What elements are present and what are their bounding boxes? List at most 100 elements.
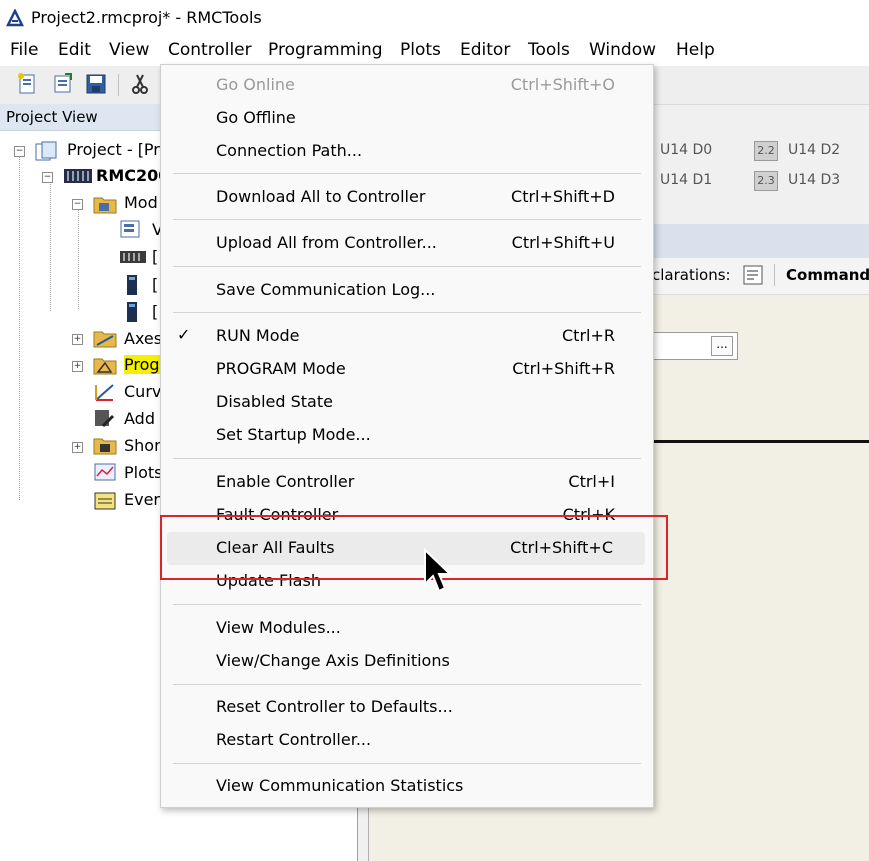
window-title: Project2.rmcproj* - RMCTools: [31, 8, 262, 27]
menu-controller[interactable]: Controller: [168, 40, 252, 60]
menu-file[interactable]: File: [10, 40, 38, 60]
tree-item-events[interactable]: Ever: [124, 490, 160, 509]
tree-item-module-card[interactable]: [: [152, 275, 158, 294]
declarations-icon[interactable]: [742, 264, 764, 286]
register-label: U14 D1: [660, 172, 713, 188]
module-card-icon: [127, 275, 137, 295]
add-icon: [95, 410, 115, 428]
menu-separator: [173, 266, 641, 267]
menu-item-label: Go Offline: [216, 108, 296, 127]
menu-separator: [173, 604, 641, 605]
tree-item-curves[interactable]: Curv: [124, 382, 161, 401]
menu-item-set-startup-mode[interactable]: Set Startup Mode...: [161, 419, 653, 452]
menu-item-disabled-state[interactable]: Disabled State: [161, 386, 653, 419]
menu-item-view-modules[interactable]: View Modules...: [161, 612, 653, 645]
menu-separator: [173, 173, 641, 174]
events-icon: [94, 492, 116, 510]
menu-separator: [173, 458, 641, 459]
tree-item-modules[interactable]: Mod: [124, 193, 158, 212]
tree-expander-icon[interactable]: +: [72, 361, 83, 372]
menu-item-run-mode[interactable]: ✓ RUN Mode Ctrl+R: [161, 320, 653, 353]
shortcut-label: Ctrl+K: [562, 505, 615, 524]
menu-item-label: View/Change Axis Definitions: [216, 651, 450, 670]
register-label: U14 D2: [788, 142, 841, 158]
menu-item-clear-all-faults[interactable]: Clear All Faults Ctrl+Shift+C: [167, 532, 645, 565]
menu-tools[interactable]: Tools: [528, 40, 570, 60]
tree-expander-icon[interactable]: +: [72, 442, 83, 453]
shortcut-label: Ctrl+Shift+C: [510, 538, 613, 557]
tree-expander-icon[interactable]: −: [14, 146, 25, 157]
programs-icon: [93, 358, 117, 375]
tree-guide: [50, 181, 51, 311]
editor-rule: [652, 440, 869, 443]
browse-button[interactable]: ...: [711, 336, 733, 356]
divider: [774, 264, 775, 286]
menu-item-label: View Communication Statistics: [216, 776, 464, 795]
menu-item-update-flash[interactable]: Update Flash: [161, 565, 653, 598]
shortcut-label: Ctrl+Shift+D: [511, 187, 615, 206]
menu-separator: [173, 684, 641, 685]
tree-guide: [19, 155, 20, 500]
menu-item-restart-controller[interactable]: Restart Controller...: [161, 724, 653, 757]
tree-item-module-card[interactable]: [: [152, 302, 158, 321]
project-view-title: Project View: [6, 108, 98, 126]
declarations-label: clarations:: [652, 266, 731, 284]
title-bar: Project2.rmcproj* - RMCTools: [0, 0, 869, 36]
cut-icon[interactable]: [128, 72, 152, 96]
tree-item-shortcuts[interactable]: Shor: [124, 436, 161, 455]
menu-item-go-offline[interactable]: Go Offline: [161, 102, 653, 135]
menu-editor[interactable]: Editor: [460, 40, 510, 60]
register-value: 2.2: [754, 141, 778, 161]
menu-item-go-online[interactable]: Go Online Ctrl+Shift+O: [161, 69, 653, 102]
register-label: U14 D3: [788, 172, 841, 188]
menu-item-label: Update Flash: [216, 571, 321, 590]
menu-item-label: Enable Controller: [216, 472, 355, 491]
tree-item-plots[interactable]: Plots: [124, 463, 163, 482]
menu-window[interactable]: Window: [589, 40, 656, 60]
menu-item-upload-all[interactable]: Upload All from Controller... Ctrl+Shift…: [161, 227, 653, 260]
open-project-icon[interactable]: [51, 72, 75, 96]
shortcut-label: Ctrl+Shift+R: [512, 359, 615, 378]
menu-edit[interactable]: Edit: [58, 40, 91, 60]
axes-icon: [93, 331, 117, 348]
register-label: U14 D0: [660, 142, 713, 158]
menu-item-label: Set Startup Mode...: [216, 425, 371, 444]
tree-item-add[interactable]: Add: [124, 409, 155, 428]
menu-item-comm-statistics[interactable]: View Communication Statistics: [161, 770, 653, 803]
menu-separator: [173, 763, 641, 764]
menu-item-program-mode[interactable]: PROGRAM Mode Ctrl+Shift+R: [161, 353, 653, 386]
new-project-icon[interactable]: [16, 72, 40, 96]
menu-bar: File Edit View Controller Programming Pl…: [0, 36, 869, 66]
menu-item-label: Disabled State: [216, 392, 333, 411]
tree-item-controller[interactable]: RMC200: [96, 166, 169, 185]
menu-item-axis-definitions[interactable]: View/Change Axis Definitions: [161, 645, 653, 678]
editor-input[interactable]: ...: [652, 332, 738, 360]
menu-help[interactable]: Help: [676, 40, 715, 60]
tree-expander-icon[interactable]: −: [72, 199, 83, 210]
menu-programming[interactable]: Programming: [268, 40, 383, 60]
menu-item-reset-defaults[interactable]: Reset Controller to Defaults...: [161, 691, 653, 724]
menu-item-save-comm-log[interactable]: Save Communication Log...: [161, 274, 653, 307]
shortcut-label: Ctrl+Shift+O: [510, 75, 615, 94]
tree-item-programs[interactable]: Prog: [124, 355, 160, 374]
menu-item-connection-path[interactable]: Connection Path...: [161, 135, 653, 168]
tree-item-project[interactable]: Project - [Pr: [67, 140, 160, 159]
tree-item-axes[interactable]: Axes: [124, 329, 162, 348]
menu-item-label: PROGRAM Mode: [216, 359, 346, 378]
register-value: 2.3: [754, 171, 778, 191]
editor-tab-band: [652, 224, 869, 258]
plots-icon: [94, 463, 116, 481]
menu-item-download-all[interactable]: Download All to Controller Ctrl+Shift+D: [161, 181, 653, 214]
menu-item-fault-controller[interactable]: Fault Controller Ctrl+K: [161, 499, 653, 532]
tree-item-rack[interactable]: [: [152, 247, 158, 266]
tree-expander-icon[interactable]: −: [42, 172, 53, 183]
menu-separator: [173, 312, 641, 313]
menu-item-enable-controller[interactable]: Enable Controller Ctrl+I: [161, 466, 653, 499]
menu-view[interactable]: View: [109, 40, 149, 60]
project-icon: [35, 141, 57, 161]
menu-item-label: Fault Controller: [216, 505, 339, 524]
save-icon[interactable]: [84, 72, 108, 96]
menu-plots[interactable]: Plots: [400, 40, 441, 60]
shortcut-label: Ctrl+R: [562, 326, 615, 345]
tree-expander-icon[interactable]: +: [72, 334, 83, 345]
